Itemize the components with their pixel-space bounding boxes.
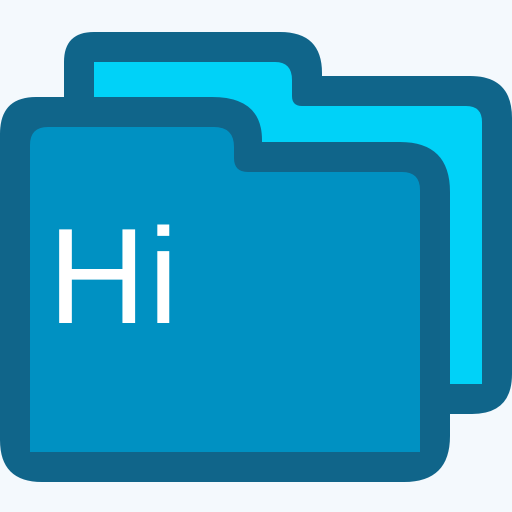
folder-label: Hi [48,200,181,352]
folder-icon-canvas: Hi [0,0,512,512]
